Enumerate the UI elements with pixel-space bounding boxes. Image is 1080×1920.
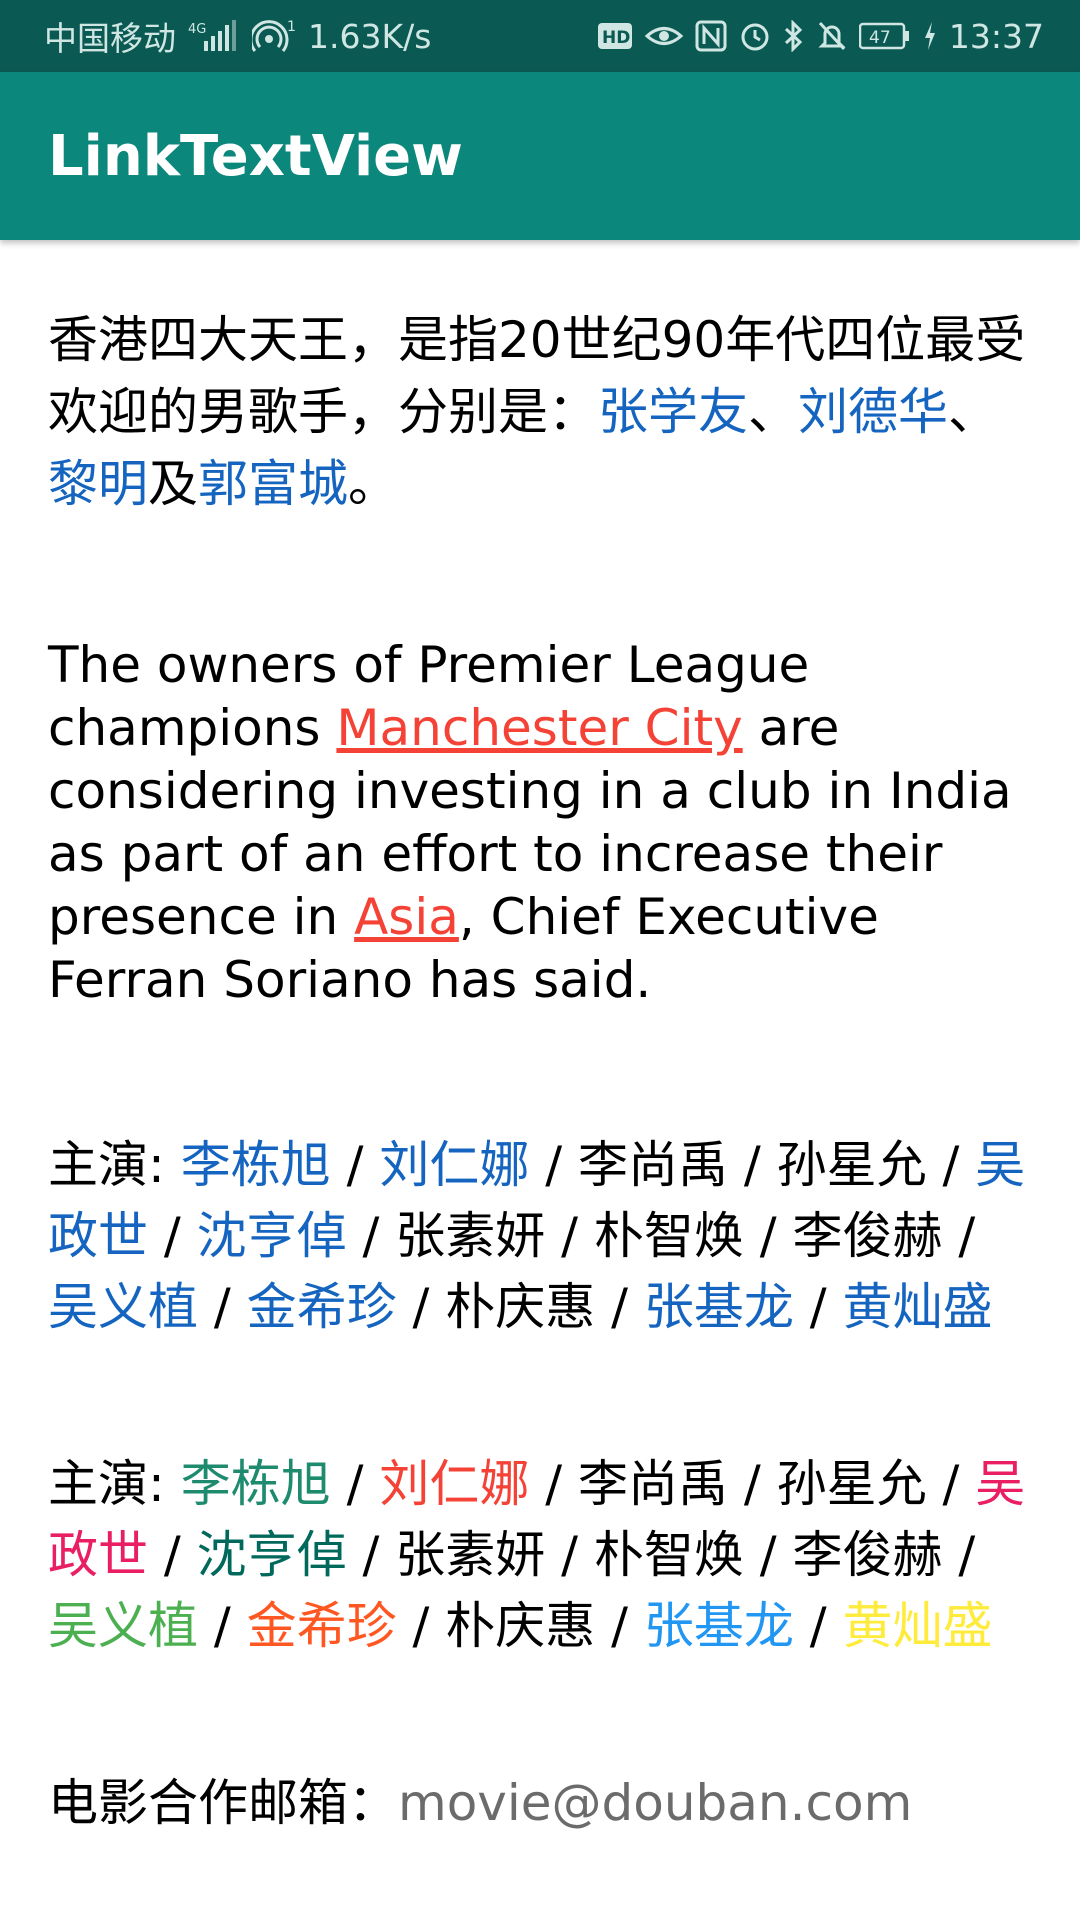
separator-text: / [148, 1207, 197, 1265]
actor-link[interactable]: 金希珍 [247, 1278, 397, 1336]
mute-icon [817, 20, 847, 52]
charging-icon [923, 21, 937, 51]
actor-link[interactable]: 黄灿盛 [843, 1278, 993, 1336]
alarm-icon [739, 20, 771, 52]
actor-link[interactable]: 李栋旭 [181, 1455, 331, 1513]
bluetooth-icon [783, 20, 805, 52]
status-right: HD 47 13:37 [597, 17, 1044, 56]
svg-text:HD: HD [602, 28, 630, 48]
separator-text: / [148, 1526, 197, 1584]
actor-link[interactable]: 刘仁娜 [379, 1455, 529, 1513]
status-left: 中国移动 4G 1 1.63K/s [44, 12, 431, 60]
separator-text: / [793, 1278, 843, 1336]
text: 、 [948, 383, 998, 441]
hotspot-icon: 1 [252, 19, 296, 53]
paragraph-email: 电影合作邮箱：movie@douban.com [48, 1768, 1040, 1839]
actor-link[interactable]: 沈亨倬 [197, 1526, 347, 1584]
hd-icon: HD [597, 21, 633, 51]
paragraph-manchester: The owners of Premier League champions M… [48, 634, 1040, 1012]
network-speed: 1.63K/s [308, 16, 432, 56]
actor-link[interactable]: 黄灿盛 [843, 1597, 993, 1655]
signal-icon: 4G [188, 19, 240, 53]
actor-link[interactable]: 吴义植 [48, 1597, 198, 1655]
clock: 13:37 [948, 16, 1044, 56]
separator-text: / [330, 1455, 380, 1513]
paragraph-cast-links: 主演: 李栋旭 / 刘仁娜 / 李尚禹 / 孙星允 / 吴政世 / 沈亨倬 / … [48, 1130, 1040, 1343]
separator-text: / 张素妍 / 朴智焕 / 李俊赫 / [346, 1207, 976, 1265]
status-bar: 中国移动 4G 1 1.63K/s HD 47 13:37 [0, 0, 1080, 72]
email-label: 电影合作邮箱： [48, 1774, 398, 1832]
link-li-ming[interactable]: 黎明 [48, 455, 148, 513]
separator-text: 主演: [48, 1136, 181, 1194]
nfc-icon [695, 20, 727, 52]
link-guo-fucheng[interactable]: 郭富城 [198, 455, 348, 513]
email-link[interactable]: movie@douban.com [398, 1774, 912, 1832]
separator-text: / [198, 1597, 247, 1655]
content: 香港四大天王，是指20世纪90年代四位最受欢迎的男歌手，分别是：张学友、刘德华、… [0, 304, 1080, 1839]
app-title: LinkTextView [48, 123, 463, 189]
actor-link[interactable]: 张基龙 [644, 1597, 794, 1655]
separator-text: / [330, 1136, 380, 1194]
text: 及 [148, 455, 198, 513]
separator-text: / 朴庆惠 / [396, 1597, 644, 1655]
separator-text: / 朴庆惠 / [396, 1278, 644, 1336]
link-asia[interactable]: Asia [354, 888, 459, 946]
carrier-name: 中国移动 [44, 19, 176, 58]
app-bar: LinkTextView [0, 72, 1080, 240]
link-manchester-city[interactable]: Manchester City [336, 699, 742, 757]
actor-link[interactable]: 吴义植 [48, 1278, 198, 1336]
svg-text:4G: 4G [188, 22, 206, 37]
separator-text: / 李尚禹 / 孙星允 / [529, 1136, 976, 1194]
actor-link[interactable]: 沈亨倬 [197, 1207, 347, 1265]
link-liu-dehua[interactable]: 刘德华 [798, 383, 948, 441]
svg-text:1: 1 [287, 19, 296, 35]
separator-text: / [793, 1597, 843, 1655]
svg-text:47: 47 [869, 28, 891, 48]
text: 、 [748, 383, 798, 441]
actor-link[interactable]: 张基龙 [644, 1278, 794, 1336]
eye-icon [644, 21, 683, 51]
separator-text: / 李尚禹 / 孙星允 / [529, 1455, 976, 1513]
separator-text: / 张素妍 / 朴智焕 / 李俊赫 / [346, 1526, 976, 1584]
actor-link[interactable]: 金希珍 [247, 1597, 397, 1655]
paragraph-cast-colored: 主演: 李栋旭 / 刘仁娜 / 李尚禹 / 孙星允 / 吴政世 / 沈亨倬 / … [48, 1449, 1040, 1662]
separator-text: / [198, 1278, 247, 1336]
separator-text: 主演: [48, 1455, 181, 1513]
battery-icon: 47 [858, 21, 911, 51]
actor-link[interactable]: 李栋旭 [181, 1136, 331, 1194]
actor-link[interactable]: 刘仁娜 [379, 1136, 529, 1194]
link-zhang-xueyou[interactable]: 张学友 [598, 383, 748, 441]
paragraph-four-kings: 香港四大天王，是指20世纪90年代四位最受欢迎的男歌手，分别是：张学友、刘德华、… [48, 304, 1040, 520]
text: 。 [348, 455, 398, 513]
